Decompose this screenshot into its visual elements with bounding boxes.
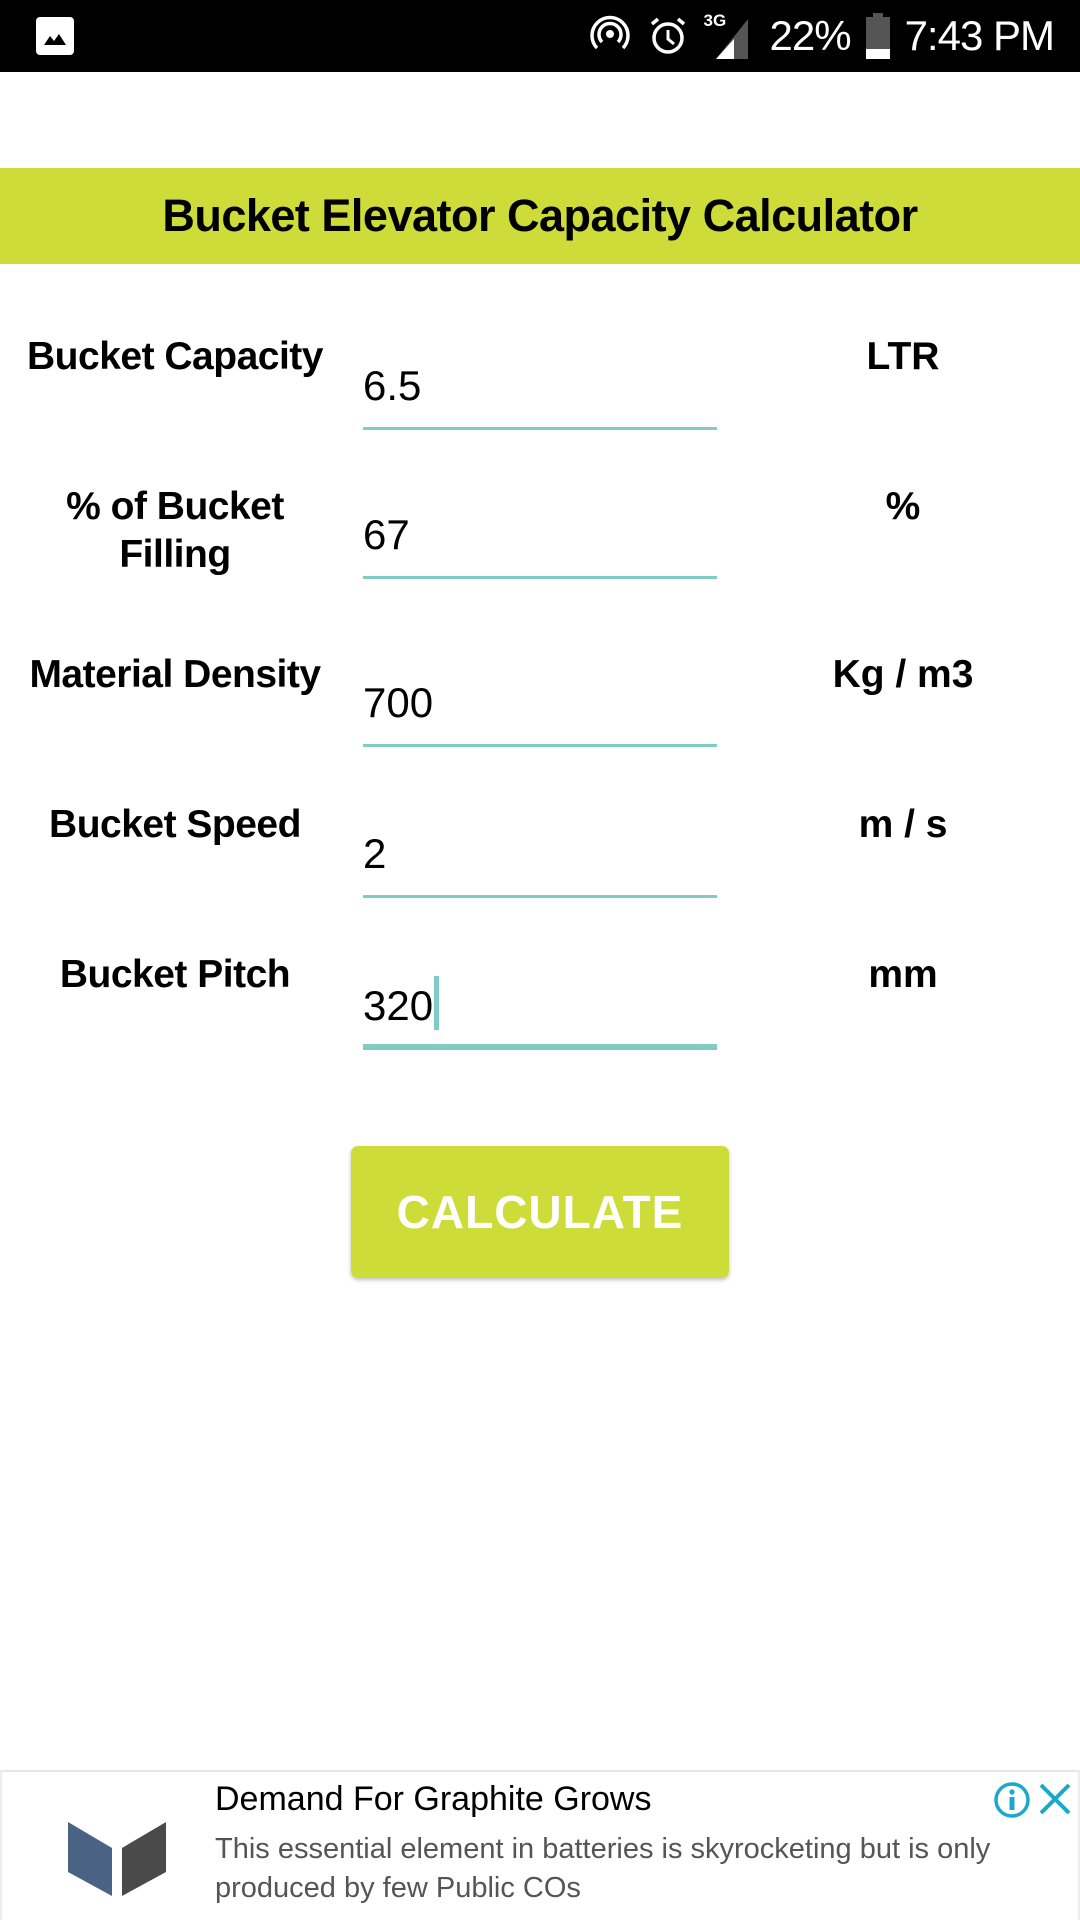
hotspot-icon (589, 15, 630, 50)
book-logo-icon (68, 1822, 166, 1896)
material-density-unit: Kg / m3 (832, 653, 974, 696)
close-icon[interactable] (1038, 1782, 1072, 1816)
material-density-value[interactable]: 700 (363, 679, 433, 727)
bucket-pitch-label: Bucket Pitch (59, 953, 291, 996)
status-bar: 3G 22% 7:43 PM (0, 0, 1080, 72)
input-underline (363, 576, 717, 579)
input-underline (363, 895, 717, 898)
material-density-input[interactable]: 700 (363, 667, 717, 747)
bucket-capacity-value[interactable]: 6.5 (363, 362, 421, 410)
input-underline (363, 744, 717, 747)
bucket-pitch-value[interactable]: 320 (363, 982, 433, 1029)
bucket-filling-label-line2: Filling (119, 533, 231, 576)
clock: 7:43 PM (904, 12, 1055, 59)
info-icon[interactable] (992, 1780, 1032, 1820)
battery-percent: 22% (769, 12, 852, 59)
text-cursor (434, 976, 440, 1030)
status-icons: 3G 22% 7:43 PM (588, 0, 1055, 72)
ad-title[interactable]: Demand For Graphite Grows (215, 1780, 652, 1819)
bucket-speed-label: Bucket Speed (49, 803, 301, 846)
bucket-filling-value[interactable]: 67 (363, 511, 410, 559)
title-bar: Bucket Elevator Capacity Calculator (0, 168, 1080, 264)
image-icon (36, 17, 74, 55)
bucket-filling-label-line1: % of Bucket (66, 485, 284, 528)
bucket-pitch-value-wrap[interactable]: 320 (363, 976, 440, 1030)
bucket-speed-value[interactable]: 2 (363, 830, 386, 878)
bucket-filling-input[interactable]: 67 (363, 499, 717, 579)
bucket-speed-input[interactable]: 2 (363, 818, 717, 898)
material-density-label: Material Density (29, 653, 321, 696)
ad-body[interactable]: This essential element in batteries is s… (215, 1830, 1045, 1908)
input-underline (363, 427, 717, 430)
bucket-filling-label: % of Bucket Filling (0, 483, 350, 579)
alarm-icon (650, 17, 685, 54)
bucket-pitch-unit: mm (868, 953, 938, 996)
ad-banner[interactable]: Demand For Graphite Grows This essential… (0, 1770, 1080, 1920)
calculate-button[interactable]: CALCULATE (351, 1146, 729, 1278)
battery-icon (865, 13, 890, 59)
bucket-capacity-unit: LTR (866, 335, 940, 378)
signal-3g-icon: 3G (704, 11, 756, 61)
bucket-speed-unit: m / s (858, 803, 948, 846)
bucket-capacity-label: Bucket Capacity (27, 335, 323, 378)
input-underline-focused (363, 1044, 717, 1050)
bucket-filling-unit: % (885, 485, 921, 528)
bucket-capacity-input[interactable]: 6.5 (363, 350, 717, 430)
bucket-pitch-input[interactable]: 320 (363, 970, 717, 1050)
page-title: Bucket Elevator Capacity Calculator (162, 190, 918, 241)
